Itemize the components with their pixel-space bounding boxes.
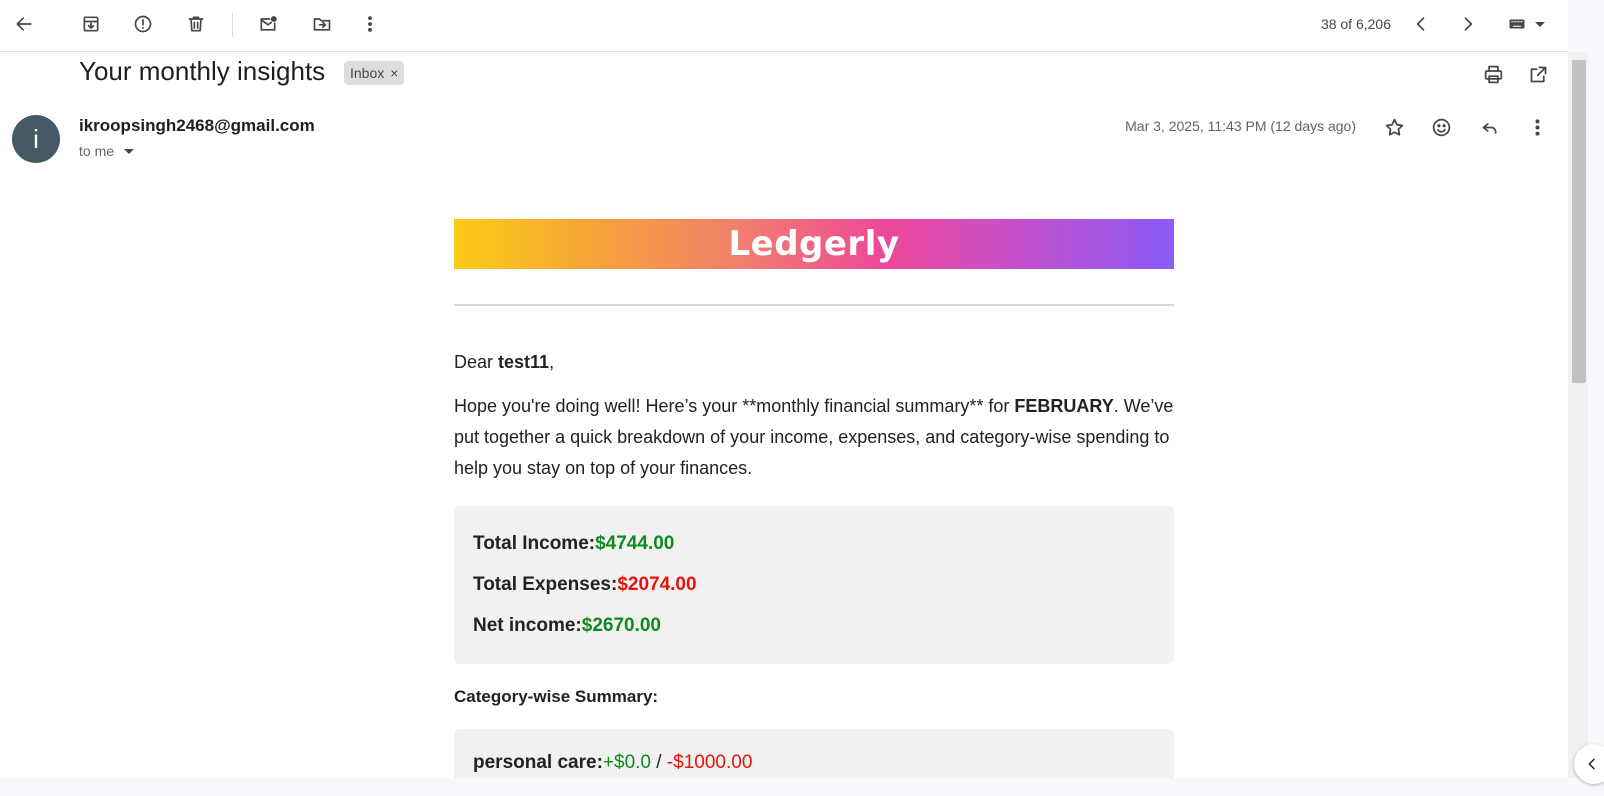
- chevron-right-icon: [1464, 17, 1473, 31]
- chevron-down-icon: [124, 148, 135, 154]
- label-chip-inbox: Inbox ×: [344, 61, 405, 85]
- trash-icon: [188, 16, 204, 32]
- archive-icon: [83, 16, 99, 32]
- message-timestamp: Mar 3, 2025, 11:43 PM (12 days ago): [1125, 118, 1356, 134]
- total-expenses-value: $2074.00: [617, 574, 697, 595]
- category-expense: -$1000.00: [666, 752, 753, 773]
- brand-logo-text: Ledgerly: [728, 224, 900, 264]
- message-subject: Your monthly insights: [79, 56, 326, 86]
- gmail-message-view: 38 of 6,206 Your monthly insights Inbox …: [0, 0, 1568, 778]
- archive-button[interactable]: [73, 6, 109, 42]
- show-side-panel-button[interactable]: [1574, 744, 1604, 784]
- recipient-details[interactable]: to me: [79, 143, 135, 159]
- scrollbar-thumb[interactable]: [1572, 60, 1586, 383]
- username: test11: [498, 352, 550, 372]
- add-reaction-button[interactable]: [1423, 109, 1459, 145]
- greeting-suffix: ,: [549, 352, 555, 372]
- intro-text-1: Hope you're doing well! Here’s your **mo…: [454, 396, 1015, 416]
- greeting-prefix: Dear: [454, 352, 499, 372]
- net-income-label: Net income:: [473, 615, 582, 636]
- message-toolbar: 38 of 6,206: [0, 0, 1568, 52]
- move-to-button[interactable]: [304, 6, 340, 42]
- open-in-new-icon: [1530, 66, 1546, 82]
- more-vert-icon: [1534, 118, 1540, 136]
- total-income-line: Total Income:$4744.00: [473, 528, 1155, 569]
- category-row: personal care:+$0.0 / -$1000.00: [473, 752, 1155, 774]
- email-content: Ledgerly Dear test11, Hope you're doing …: [454, 219, 1174, 778]
- brand-banner: Ledgerly: [454, 219, 1174, 269]
- total-expenses-label: Total Expenses:: [473, 574, 618, 595]
- category-separator: /: [650, 752, 667, 773]
- recipient-label: to me: [79, 143, 115, 159]
- emoji-icon: [1432, 118, 1450, 136]
- message-more-button[interactable]: [1519, 109, 1555, 145]
- mark-unread-icon: [260, 16, 277, 31]
- move-to-folder-icon: [313, 18, 331, 31]
- financial-summary-box: Total Income:$4744.00 Total Expenses:$20…: [454, 506, 1174, 664]
- back-button[interactable]: [6, 6, 42, 42]
- reply-button[interactable]: [1471, 109, 1507, 145]
- input-tools-button[interactable]: [1499, 6, 1551, 42]
- total-income-value: $4744.00: [595, 533, 675, 554]
- more-options-button[interactable]: [352, 6, 388, 42]
- greeting: Dear test11,: [454, 352, 1174, 373]
- toolbar-divider: [232, 13, 233, 37]
- mark-unread-button[interactable]: [250, 6, 286, 42]
- category-income: +$0.0: [602, 752, 651, 773]
- chevron-left-icon: [1588, 758, 1595, 770]
- older-message-button[interactable]: [1450, 6, 1486, 42]
- star-button[interactable]: [1376, 109, 1412, 145]
- category-summary-box: personal care:+$0.0 / -$1000.00: [454, 729, 1174, 778]
- category-summary-title: Category-wise Summary:: [454, 687, 659, 706]
- message-counter: 38 of 6,206: [1320, 16, 1391, 32]
- arrow-left-icon: [16, 17, 32, 31]
- newer-message-button[interactable]: [1403, 6, 1439, 42]
- intro-paragraph: Hope you're doing well! Here’s your **mo…: [454, 391, 1174, 484]
- category-name: personal care:: [473, 752, 603, 773]
- chevron-left-icon: [1416, 17, 1425, 31]
- chevron-down-icon: [1535, 21, 1545, 27]
- reply-icon: [1482, 122, 1496, 134]
- total-expenses-line: Total Expenses:$2074.00: [473, 569, 1155, 610]
- keyboard-icon: [1509, 19, 1525, 29]
- total-income-label: Total Income:: [473, 533, 596, 554]
- remove-label-button[interactable]: ×: [390, 65, 398, 81]
- report-spam-icon: [134, 15, 152, 33]
- sender-avatar[interactable]: i: [12, 115, 60, 163]
- star-icon: [1385, 118, 1403, 136]
- delete-button[interactable]: [178, 6, 214, 42]
- sender-email[interactable]: ikroopsingh2468@gmail.com: [79, 116, 315, 136]
- more-vert-icon: [368, 16, 372, 32]
- label-chip-text: Inbox: [350, 65, 385, 81]
- open-in-new-window-button[interactable]: [1520, 56, 1556, 92]
- divider: [454, 304, 1174, 306]
- print-icon: [1484, 65, 1502, 83]
- print-all-button[interactable]: [1475, 56, 1511, 92]
- month-name: FEBRUARY: [1014, 396, 1114, 416]
- net-income-line: Net income:$2670.00: [473, 610, 1155, 651]
- net-income-value: $2670.00: [581, 615, 661, 636]
- report-spam-button[interactable]: [125, 6, 161, 42]
